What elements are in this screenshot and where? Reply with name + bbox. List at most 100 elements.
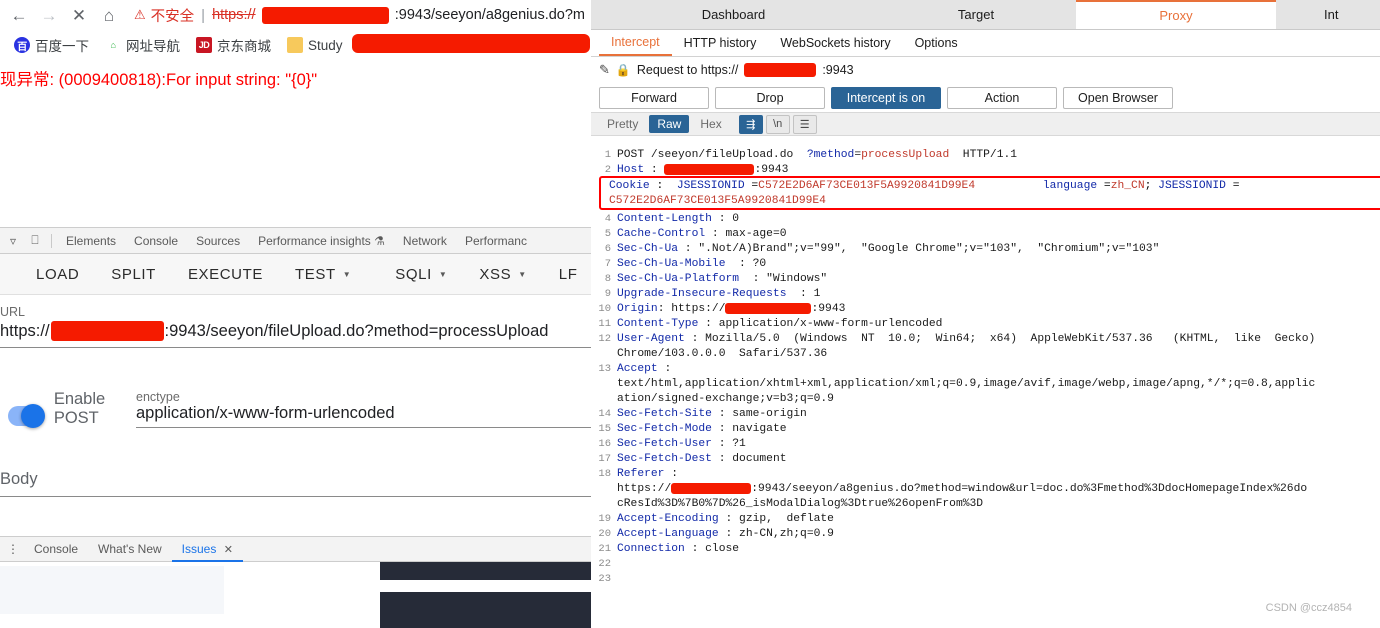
header-name: Accept-Encoding: [617, 513, 719, 525]
intercept-toggle-button[interactable]: Intercept is on: [831, 86, 941, 109]
line-content: Sec-Ch-Ua-Platform : "Windows": [617, 273, 828, 285]
chevron-down-icon: ▼: [342, 269, 352, 279]
hackbar-split-button[interactable]: SPLIT: [95, 266, 172, 283]
header-name: Sec-Fetch-Mode: [617, 423, 712, 435]
drawer-tab-console[interactable]: Console: [24, 537, 88, 562]
browser-toolbar: ← → ✕ ⌂ ⚠ 不安全 | https:// :9943/seeyon/a8…: [0, 0, 591, 30]
burp-tab-target[interactable]: Target: [876, 0, 1076, 29]
line-number: 22: [598, 558, 611, 570]
cookie-value-3: C572E2D6AF73CE013F5A9920841D99E4: [609, 195, 826, 207]
request-line-continuation: cResId%3D%7B0%7D%26_isModalDialog%3Dtrue…: [591, 497, 1380, 512]
burp-subtab-options[interactable]: Options: [903, 30, 970, 56]
forward-button[interactable]: →: [34, 1, 64, 29]
enctype-input-underline: [136, 427, 591, 428]
burp-subtab-websockets-history[interactable]: WebSockets history: [768, 30, 902, 56]
redacted-host: [664, 163, 755, 175]
header-value: ".Not/A)Brand";v="99", "Google Chrome";v…: [698, 243, 1160, 255]
stop-button[interactable]: ✕: [64, 1, 94, 29]
header-name: Accept-Language: [617, 528, 719, 540]
open-browser-button[interactable]: Open Browser: [1063, 86, 1173, 109]
line-content: Accept-Language : zh-CN,zh;q=0.9: [617, 528, 834, 540]
page-error-message: 现异常: (0009400818):For input string: "{0}…: [0, 71, 318, 89]
enable-post-toggle[interactable]: [8, 404, 45, 428]
view-tab-pretty[interactable]: Pretty: [599, 115, 646, 133]
hackbar-lfi-menu[interactable]: LF: [543, 266, 591, 283]
line-content: Connection : close: [617, 543, 740, 555]
hackbar-xss-menu[interactable]: XSS ▼: [463, 266, 542, 283]
http-method: POST: [617, 149, 645, 161]
origin-scheme: https://: [671, 303, 726, 315]
line-number: 18: [598, 468, 611, 480]
hackbar-execute-button[interactable]: EXECUTE: [172, 266, 279, 283]
request-line: 23: [591, 572, 1380, 587]
back-button[interactable]: ←: [4, 1, 34, 29]
line-content: Sec-Ch-Ua : ".Not/A)Brand";v="99", "Goog…: [617, 243, 1160, 255]
referer-rest: :9943/seeyon/a8genius.do?method=window&u…: [751, 483, 1308, 495]
bookmark-navsite[interactable]: ⌂ 网址导航: [97, 33, 188, 57]
line-content: Content-Length : 0: [617, 213, 740, 225]
forward-button[interactable]: Forward: [599, 86, 709, 109]
burp-tab-intruder[interactable]: Int: [1276, 0, 1380, 29]
bookmark-baidu[interactable]: 百 百度一下: [6, 33, 97, 57]
line-number: 12: [598, 333, 611, 345]
device-toolbar-icon[interactable]: ⎕: [24, 230, 46, 252]
burp-subtab-http-history[interactable]: HTTP history: [672, 30, 769, 56]
show-newlines-icon[interactable]: \n: [765, 114, 790, 134]
burp-tab-proxy[interactable]: Proxy: [1076, 0, 1276, 29]
content-block: [380, 562, 591, 580]
header-value: max-age=0: [725, 228, 787, 240]
word-wrap-icon[interactable]: ⇶: [738, 114, 763, 134]
line-content: cResId%3D%7B0%7D%26_isModalDialog%3Dtrue…: [617, 498, 984, 510]
drawer-menu-icon[interactable]: ⋮: [2, 538, 24, 560]
drop-button[interactable]: Drop: [715, 86, 825, 109]
drawer-tab-issues[interactable]: Issues ✕: [171, 537, 243, 562]
request-line: 12 User-Agent : Mozilla/5.0 (Windows NT …: [591, 332, 1380, 347]
drawer-tab-whats-new[interactable]: What's New: [88, 537, 172, 562]
drawer-content-area: [0, 562, 591, 628]
hackbar-load-button[interactable]: LOAD: [20, 266, 95, 283]
address-bar[interactable]: ⚠ 不安全 | https:// :9943/seeyon/a8genius.d…: [124, 2, 591, 28]
devtools-tab-console[interactable]: Console: [125, 228, 187, 254]
hackbar-test-menu[interactable]: TEST ▼: [279, 266, 367, 283]
line-content: Chrome/103.0.0.0 Safari/537.36: [617, 348, 828, 360]
burp-subtab-intercept[interactable]: Intercept: [599, 30, 672, 56]
chevron-down-icon: ▼: [438, 269, 448, 279]
inspect-element-icon[interactable]: ▿: [2, 230, 24, 252]
http-path: /seeyon/fileUpload.do: [650, 149, 794, 161]
devtools-tab-sources[interactable]: Sources: [187, 228, 249, 254]
header-name: Sec-Ch-Ua-Mobile: [617, 258, 726, 270]
view-tab-hex[interactable]: Hex: [692, 115, 729, 133]
request-line: 1 POST /seeyon/fileUpload.do ?method=pro…: [591, 148, 1380, 163]
header-value: ?1: [732, 438, 746, 450]
burp-tab-dashboard[interactable]: Dashboard: [591, 0, 876, 29]
bookmark-label: 京东商城: [217, 39, 271, 54]
line-number: 6: [604, 243, 611, 255]
redacted-host: [725, 302, 812, 314]
line-content: Sec-Ch-Ua-Mobile : ?0: [617, 258, 767, 270]
devtools-tab-performance-insights[interactable]: Performance insights ⚗: [249, 228, 394, 254]
bookmark-study[interactable]: Study: [279, 35, 351, 55]
bookmark-jd[interactable]: JD 京东商城: [188, 33, 279, 57]
line-number: 17: [598, 453, 611, 465]
header-value: document: [732, 453, 787, 465]
devtools-tab-elements[interactable]: Elements: [57, 228, 125, 254]
close-icon[interactable]: ✕: [224, 544, 233, 556]
origin-port: :9943: [811, 303, 846, 315]
devtools-tab-performance[interactable]: Performanc: [456, 228, 536, 254]
header-value: application/x-www-form-urlencoded: [718, 318, 943, 330]
enctype-label: enctype: [136, 390, 180, 404]
burp-raw-request-editor[interactable]: 1 POST /seeyon/fileUpload.do ?method=pro…: [591, 148, 1380, 603]
line-content: Sec-Fetch-Dest : document: [617, 453, 787, 465]
hackbar-sqli-menu[interactable]: SQLI ▼: [379, 266, 463, 283]
burp-top-tabbar: Dashboard Target Proxy Int: [591, 0, 1380, 30]
header-name: Upgrade-Insecure-Requests: [617, 288, 787, 300]
devtools-tab-network[interactable]: Network: [394, 228, 456, 254]
menu-icon[interactable]: ☰: [792, 114, 817, 134]
enctype-input[interactable]: application/x-www-form-urlencoded: [136, 404, 591, 423]
view-tab-raw[interactable]: Raw: [649, 115, 690, 133]
hackbar-url-input[interactable]: https:// :9943/seeyon/fileUpload.do?meth…: [0, 319, 591, 341]
home-button[interactable]: ⌂: [94, 1, 124, 29]
btn-label: XSS: [479, 265, 512, 283]
action-button[interactable]: Action: [947, 86, 1057, 109]
url-scheme: https://: [0, 321, 50, 340]
